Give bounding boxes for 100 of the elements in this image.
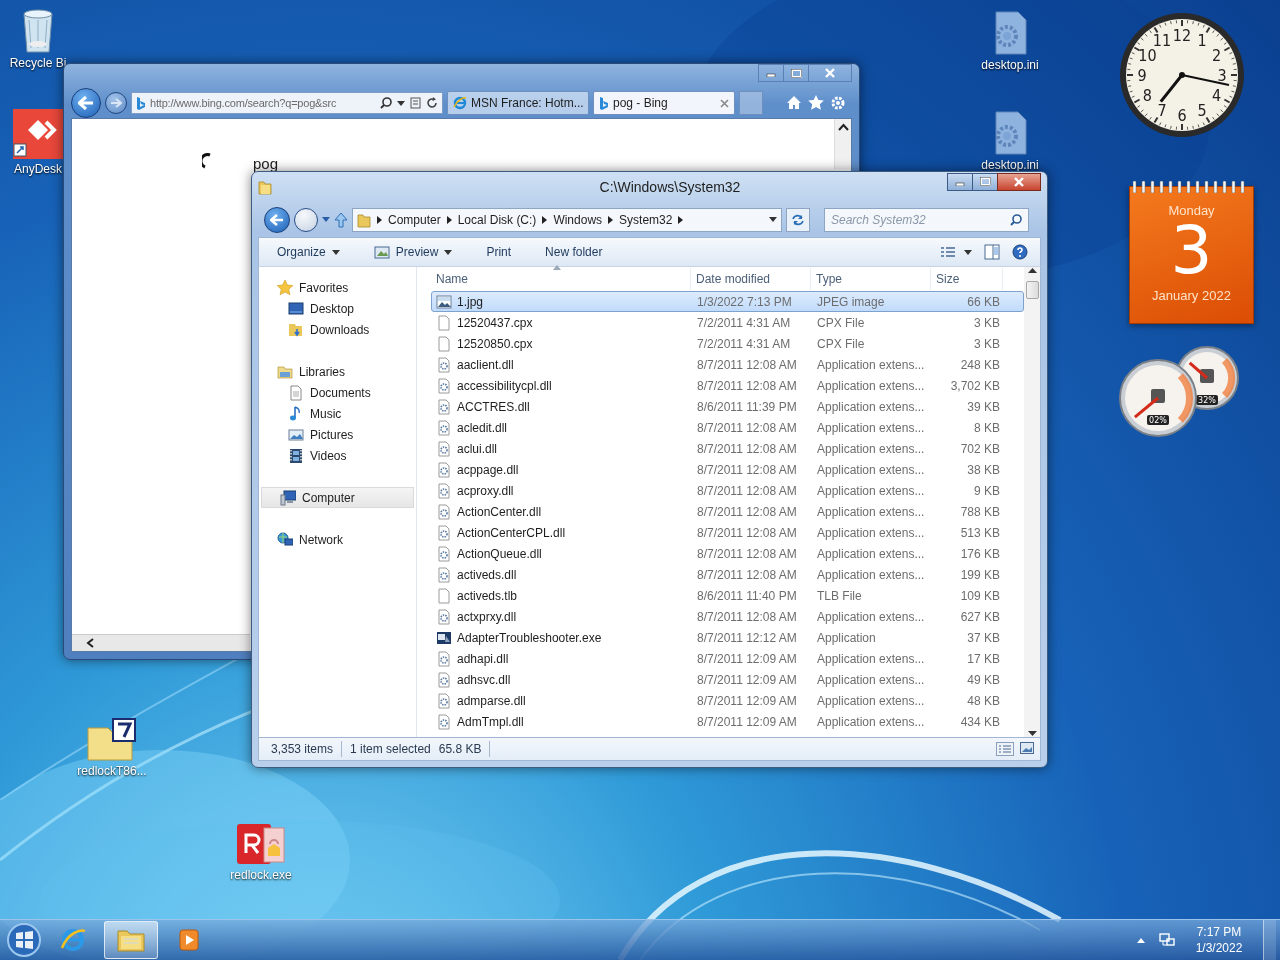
nav-item[interactable]: Music <box>259 403 416 424</box>
preview-pane-icon[interactable] <box>984 244 1000 260</box>
toolbar-button[interactable]: Organize <box>271 240 346 264</box>
file-row[interactable]: activeds.tlb 8/6/2011 11:40 PM TLB File 109 KB <box>431 585 1024 606</box>
home-icon[interactable] <box>786 95 802 110</box>
gauge-reading: 32% <box>1198 396 1216 405</box>
start-button[interactable] <box>6 922 42 958</box>
up-arrow-icon[interactable] <box>334 211 348 228</box>
file-row[interactable]: ActionQueue.dll 8/7/2011 12:08 AM Application extens... 176 KB <box>431 543 1024 564</box>
close-icon[interactable] <box>720 98 729 108</box>
address-bar[interactable]: Computer Local Disk (C:) Windows System32 <box>352 207 782 232</box>
column-header[interactable]: Type <box>811 268 931 290</box>
network-icon[interactable] <box>1159 932 1175 948</box>
breadcrumb-item[interactable]: Windows <box>553 212 603 227</box>
file-row[interactable]: admparse.dll 8/7/2011 12:09 AM Application extens... 48 KB <box>431 690 1024 711</box>
show-desktop-button[interactable] <box>1263 920 1276 960</box>
file-row[interactable]: aclui.dll 8/7/2011 12:08 AM Application extens... 702 KB <box>431 438 1024 459</box>
file-size: 38 KB <box>966 462 1001 477</box>
browser-tab[interactable]: pog - Bing <box>593 91 735 115</box>
back-button[interactable] <box>264 206 290 233</box>
toolbar-button[interactable]: Print <box>480 240 518 264</box>
scroll-up-icon[interactable] <box>837 123 849 131</box>
star-icon[interactable] <box>808 95 824 110</box>
file-name: admparse.dll <box>457 693 526 708</box>
file-row[interactable]: acproxy.dll 8/7/2011 12:08 AM Application extens... 9 KB <box>431 480 1024 501</box>
maximize-button[interactable] <box>783 64 809 82</box>
file-row[interactable]: activeds.dll 8/7/2011 12:08 AM Application extens... 199 KB <box>431 564 1024 585</box>
maximize-icon <box>979 177 991 186</box>
scrollbar[interactable] <box>72 634 250 651</box>
address-field[interactable]: http://www.bing.com/search?q=pog&src <box>131 92 443 114</box>
minimize-button[interactable] <box>947 172 973 191</box>
breadcrumb-item[interactable]: System32 <box>619 212 673 227</box>
gear-file-icon <box>436 566 452 583</box>
file-row[interactable]: ACCTRES.dll 8/6/2011 11:39 PM Application extens... 39 KB <box>431 396 1024 417</box>
file-row[interactable]: 12520850.cpx 7/2/2011 4:31 AM CPX File 3 KB <box>431 333 1024 354</box>
compat-view-icon[interactable] <box>410 97 421 109</box>
breadcrumb-item[interactable]: Local Disk (C:) <box>457 212 537 227</box>
nav-item[interactable]: Downloads <box>259 319 416 340</box>
file-row[interactable]: AdmTmpl.dll 8/7/2011 12:09 AM Application extens... 434 KB <box>431 711 1024 732</box>
file-row[interactable]: ActionCenterCPL.dll 8/7/2011 12:08 AM Application extens... 513 KB <box>431 522 1024 543</box>
file-row[interactable]: ActionCenter.dll 8/7/2011 12:08 AM Application extens... 788 KB <box>431 501 1024 522</box>
file-row[interactable]: acppage.dll 8/7/2011 12:08 AM Application extens... 38 KB <box>431 459 1024 480</box>
view-options-button[interactable] <box>940 246 972 258</box>
file-type: Application extens... <box>816 483 926 498</box>
toolbar-button[interactable]: Preview <box>367 240 459 264</box>
search-field[interactable]: Search System32 <box>824 207 1029 232</box>
column-header[interactable]: Date modified <box>691 268 811 290</box>
clock-area[interactable]: 7:17 PM 1/3/2022 <box>1189 924 1249 956</box>
breadcrumb-item[interactable]: Computer <box>388 212 441 227</box>
minimize-button[interactable] <box>758 64 784 82</box>
nav-item[interactable]: Documents <box>259 382 416 403</box>
scroll-left-icon[interactable] <box>86 638 94 648</box>
maximize-button[interactable] <box>972 172 998 191</box>
nav-item[interactable]: Computer <box>261 487 414 508</box>
search-icon[interactable] <box>380 97 392 109</box>
show-hidden-icons-arrow[interactable] <box>1137 937 1145 943</box>
file-row[interactable]: aaclient.dll 8/7/2011 12:08 AM Application extens... 248 KB <box>431 354 1024 375</box>
scrollbar[interactable] <box>834 119 851 169</box>
star-icon <box>277 279 293 296</box>
details-view-icon[interactable] <box>996 742 1014 756</box>
file-row[interactable]: adhsvc.dll 8/7/2011 12:09 AM Application extens... 49 KB <box>431 669 1024 690</box>
column-header[interactable]: Size <box>931 268 1003 290</box>
close-button[interactable] <box>808 64 852 82</box>
file-row[interactable]: acledit.dll 8/7/2011 12:08 AM Application extens... 8 KB <box>431 417 1024 438</box>
icon-label[interactable]: desktop.ini <box>981 158 1039 172</box>
file-row[interactable]: actxprxy.dll 8/7/2011 12:08 AM Application extens... 627 KB <box>431 606 1024 627</box>
scroll-thumb[interactable] <box>1025 281 1039 299</box>
file-row[interactable]: accessibilitycpl.dll 8/7/2011 12:08 AM Application extens... 3,702 KB <box>431 375 1024 396</box>
large-icons-view-icon[interactable] <box>1020 742 1034 754</box>
nav-item[interactable]: Libraries <box>259 361 416 382</box>
file-row[interactable]: adhapi.dll 8/7/2011 12:09 AM Application extens... 17 KB <box>431 648 1024 669</box>
file-name: 1.jpg <box>457 294 484 309</box>
file-size: 8 KB <box>973 420 1001 435</box>
nav-item[interactable]: Desktop <box>259 298 416 319</box>
file-row[interactable]: 1.jpg 1/3/2022 7:13 PM JPEG image 66 KB <box>431 291 1024 312</box>
icon-label[interactable]: AnyDesk <box>14 162 62 176</box>
help-icon[interactable] <box>1012 244 1028 260</box>
file-type: JPEG image <box>816 294 886 309</box>
taskbar-button[interactable] <box>104 921 158 959</box>
forward-button[interactable] <box>105 92 127 114</box>
file-row[interactable]: AdapterTroubleshooter.exe 8/7/2011 12:12 AM Application 37 KB <box>431 627 1024 648</box>
file-row[interactable]: 12520437.cpx 7/2/2011 4:31 AM CPX File 3 KB <box>431 312 1024 333</box>
toolbar-button[interactable]: New folder <box>539 240 609 264</box>
browser-tab[interactable]: MSN France: Hotm... <box>447 91 589 115</box>
recent-pages-button[interactable] <box>322 217 330 222</box>
forward-button[interactable] <box>294 207 318 232</box>
settings-icon[interactable] <box>830 95 846 111</box>
close-button[interactable] <box>997 172 1041 191</box>
download-folder-icon <box>288 321 304 338</box>
nav-item[interactable]: Videos <box>259 445 416 466</box>
nav-item[interactable]: Pictures <box>259 424 416 445</box>
back-button[interactable] <box>71 88 101 118</box>
refresh-icon[interactable] <box>426 97 438 109</box>
nav-item[interactable]: Network <box>259 529 416 550</box>
nav-item[interactable]: Favorites <box>259 277 416 298</box>
refresh-button[interactable] <box>786 207 810 232</box>
scrollbar[interactable] <box>1024 267 1040 737</box>
icon-label[interactable]: Recycle Bi <box>9 56 67 70</box>
search-icon[interactable] <box>1010 213 1022 226</box>
icon-label[interactable]: desktop.ini <box>981 58 1039 72</box>
